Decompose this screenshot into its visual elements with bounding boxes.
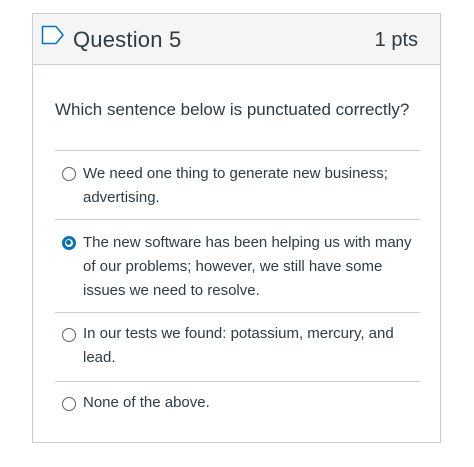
answer-option-2-line-1: The new software has been helping us wit…: [83, 234, 412, 251]
radio-button-1[interactable]: [62, 167, 76, 181]
question-prompt: Which sentence below is punctuated corre…: [55, 100, 410, 119]
answer-option-2-line-2: of our problems; however, we still have …: [83, 258, 383, 275]
answer-list: We need one thing to generate new busine…: [55, 150, 420, 427]
question-header: Question 5 1 pts: [33, 14, 440, 65]
answer-option-1-line-1: We need one thing to generate new busine…: [83, 165, 388, 182]
question-points: 1 pts: [374, 29, 418, 51]
answer-option-2-line-3: issues we need to resolve.: [83, 282, 260, 299]
answer-option-1[interactable]: We need one thing to generate new busine…: [55, 150, 420, 219]
answer-option-3-line-1: In our tests we found: potassium, mercur…: [83, 325, 394, 342]
question-title: Question 5: [73, 27, 182, 52]
answer-option-4[interactable]: None of the above.: [55, 381, 420, 427]
question-card: Question 5 1 pts Which sentence below is…: [32, 13, 441, 443]
radio-button-4[interactable]: [62, 397, 76, 411]
answer-option-2[interactable]: The new software has been helping us wit…: [55, 219, 420, 312]
answer-option-3[interactable]: In our tests we found: potassium, mercur…: [55, 312, 420, 381]
answer-option-1-line-2: advertising.: [83, 189, 160, 206]
flag-question-icon[interactable]: [41, 25, 65, 45]
radio-button-3[interactable]: [62, 328, 76, 342]
answer-option-4-line-1: None of the above.: [83, 394, 210, 411]
radio-button-2-selected[interactable]: [62, 236, 76, 250]
answer-option-3-line-2: lead.: [83, 349, 116, 366]
